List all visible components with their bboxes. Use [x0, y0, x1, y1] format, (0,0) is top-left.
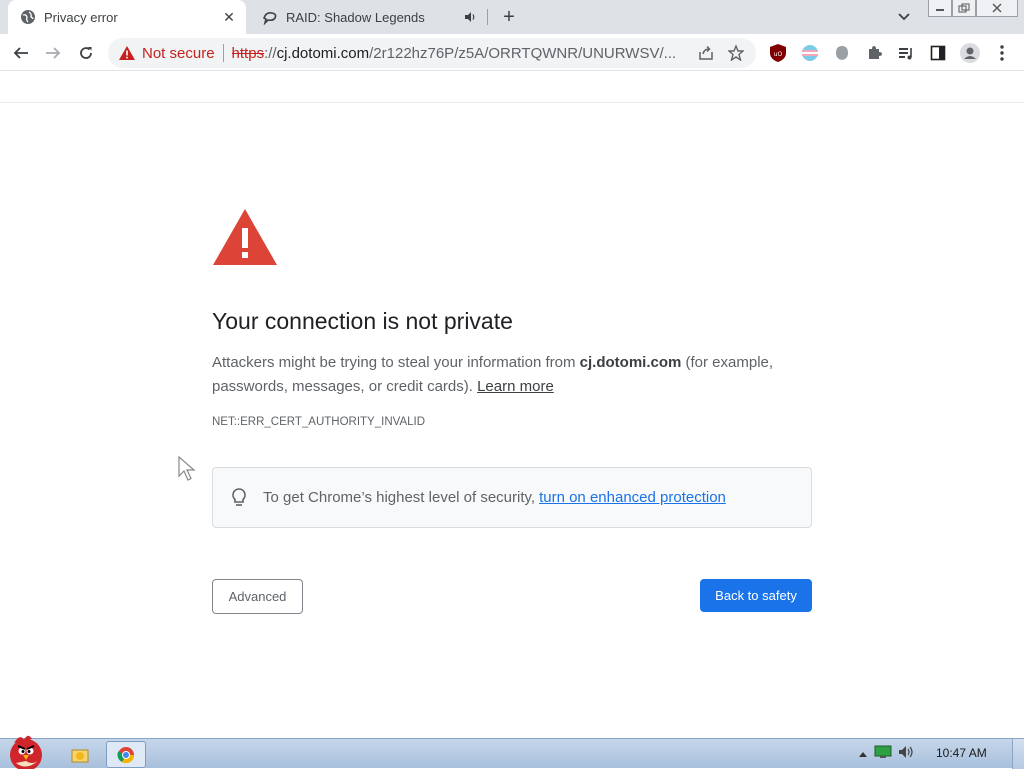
show-desktop-button[interactable] [1012, 739, 1024, 769]
raid-logo-icon [262, 9, 278, 25]
tab-raid-shadow-legends[interactable]: RAID: Shadow Legends [250, 0, 482, 34]
tray-arrow-icon[interactable] [858, 745, 868, 763]
lightbulb-icon [229, 487, 249, 509]
enhanced-protection-promo: To get Chrome’s highest level of securit… [212, 467, 812, 528]
clock[interactable]: 10:47 AM [936, 746, 987, 760]
not-secure-label[interactable]: Not secure [142, 45, 215, 62]
volume-icon[interactable] [898, 745, 916, 764]
address-bar[interactable]: Not secure https://cj.dotomi.com/2r122hz… [108, 38, 756, 68]
taskbar: 10:47 AM [0, 735, 1024, 769]
reload-icon[interactable] [73, 40, 99, 66]
tab-separator [487, 9, 488, 25]
url-text[interactable]: https://cj.dotomi.com/2r122hz76P/z5A/ORR… [232, 45, 696, 62]
media-icon[interactable] [896, 43, 916, 63]
ublock-icon[interactable]: uO [768, 43, 788, 63]
warning-triangle-icon[interactable] [118, 44, 136, 62]
new-tab-button[interactable]: + [498, 6, 520, 28]
chrome-taskbar-icon[interactable] [106, 741, 146, 768]
url-scheme: https [231, 44, 265, 62]
restore-button[interactable] [952, 0, 976, 17]
tab-close-button[interactable]: ✕ [220, 8, 238, 26]
profile-icon[interactable] [960, 43, 980, 63]
tab-title: RAID: Shadow Legends [286, 9, 425, 25]
sidepanel-icon[interactable] [928, 43, 948, 63]
shield-icon[interactable] [832, 43, 852, 63]
tab-strip: Privacy error ✕ RAID: Shadow Legends + [0, 0, 1024, 34]
flag-icon[interactable] [800, 43, 820, 63]
mouse-cursor-icon [178, 456, 196, 481]
share-icon[interactable] [696, 43, 716, 63]
network-icon[interactable] [874, 745, 892, 764]
angry-bird-start-icon[interactable] [2, 731, 52, 769]
back-to-safety-button[interactable]: Back to safety [700, 579, 812, 612]
system-tray [858, 745, 916, 764]
menu-icon[interactable] [992, 43, 1012, 63]
forward-arrow-icon[interactable] [40, 40, 66, 66]
window-controls [928, 0, 1018, 18]
omnibox-separator [222, 44, 224, 62]
minimize-button[interactable] [928, 0, 952, 17]
tab-title: Privacy error [44, 9, 118, 25]
error-description: Attackers might be trying to steal your … [212, 354, 774, 395]
puzzle-icon[interactable] [864, 43, 884, 63]
back-arrow-icon[interactable] [8, 40, 34, 66]
globe-icon [20, 9, 36, 25]
star-icon[interactable] [726, 43, 746, 63]
page-content: Your connection is not private Attackers… [0, 102, 1024, 738]
file-explorer-icon[interactable] [60, 741, 100, 768]
chevron-down-icon[interactable] [895, 8, 913, 26]
enhanced-protection-link[interactable]: turn on enhanced protection [539, 489, 726, 506]
advanced-button[interactable]: Advanced [212, 579, 303, 614]
error-code: NET::ERR_CERT_AUTHORITY_INVALID [212, 416, 426, 428]
learn-more-link[interactable]: Learn more [477, 378, 554, 395]
close-window-button[interactable] [976, 0, 1018, 17]
svg-text:uO: uO [774, 51, 783, 58]
page-title: Your connection is not private [212, 308, 513, 334]
speaker-icon[interactable] [462, 9, 478, 25]
warning-triangle-icon [213, 209, 277, 265]
enhanced-text: To get Chrome’s highest level of securit… [263, 489, 536, 506]
tab-privacy-error[interactable]: Privacy error ✕ [8, 0, 246, 34]
site-host: cj.dotomi.com [579, 354, 682, 371]
browser-toolbar: Not secure https://cj.dotomi.com/2r122hz… [0, 34, 1024, 71]
url-path: /2r122hz76P/z5A/ORRTQWNR/UNURWSV/... [369, 44, 677, 62]
url-host: cj.dotomi.com [276, 44, 370, 62]
